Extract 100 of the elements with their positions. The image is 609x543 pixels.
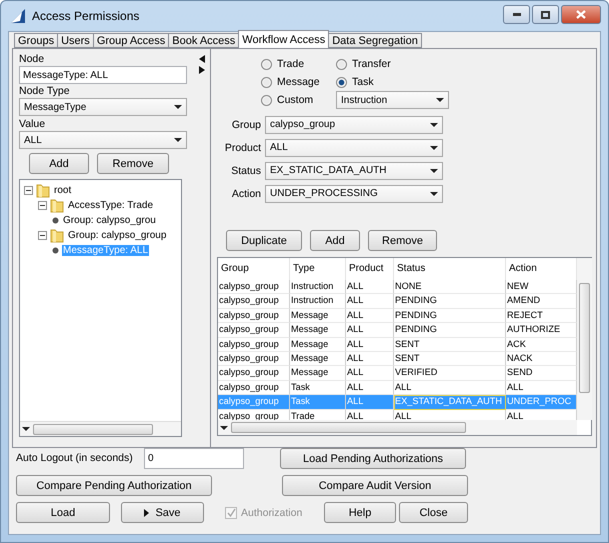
- table-cell: NEW: [506, 280, 577, 294]
- table-cell: calypso_group: [218, 395, 290, 410]
- table-cell: Message: [290, 338, 346, 352]
- node-type-dropdown[interactable]: MessageType: [19, 98, 187, 116]
- compare-pending-button[interactable]: Compare Pending Authorization: [16, 475, 212, 496]
- table-cell: PENDING: [394, 294, 506, 309]
- maximize-button[interactable]: [532, 5, 559, 24]
- table-cell: ALL: [346, 366, 394, 381]
- radio-option[interactable]: Message: [261, 74, 336, 90]
- filter-dropdown[interactable]: calypso_group: [265, 116, 443, 134]
- tab[interactable]: Workflow Access: [238, 30, 330, 48]
- play-icon: [144, 508, 150, 516]
- compare-audit-button[interactable]: Compare Audit Version: [282, 475, 468, 496]
- table-cell: ALL: [346, 280, 394, 294]
- save-button[interactable]: Save: [121, 502, 204, 523]
- table-cell: PENDING: [394, 323, 506, 338]
- table-cell: Trade: [290, 410, 346, 420]
- folder-icon: [36, 183, 50, 198]
- table-cell: SENT: [394, 352, 506, 366]
- table-cell: NACK: [506, 352, 577, 366]
- collapse-icon[interactable]: [38, 231, 47, 240]
- table-cell: ALL: [346, 308, 394, 324]
- load-button[interactable]: Load: [16, 502, 110, 523]
- dropdown-arrow-icon: [22, 427, 30, 431]
- radio-option[interactable]: Transfer: [336, 56, 456, 72]
- close-button[interactable]: [561, 5, 601, 24]
- table-cell: ALL: [346, 395, 394, 410]
- vertical-scrollbar[interactable]: [577, 258, 592, 420]
- node-field[interactable]: MessageType: ALL: [19, 66, 187, 84]
- table-cell: Message: [290, 308, 346, 324]
- filter-dropdown[interactable]: ALL: [265, 138, 443, 156]
- auto-logout-label: Auto Logout (in seconds): [16, 452, 134, 465]
- tree-node[interactable]: AccessType: Trade: [67, 200, 154, 211]
- tree-node[interactable]: root: [53, 185, 72, 196]
- radio-option[interactable]: Custom: [261, 92, 336, 108]
- radio-option[interactable]: Trade: [261, 56, 336, 72]
- table-cell: REJECT: [506, 308, 577, 324]
- radio-option[interactable]: Task: [336, 74, 456, 90]
- load-pending-button[interactable]: Load Pending Authorizations: [280, 448, 466, 469]
- table-cell: AUTHORIZE: [506, 323, 577, 338]
- folder-icon: [50, 198, 64, 213]
- filter-label: Group: [230, 118, 262, 130]
- folder-icon: [50, 228, 64, 243]
- dropdown-arrow-icon: [430, 168, 438, 172]
- collapse-icon[interactable]: [24, 186, 33, 195]
- table-cell: calypso_group: [218, 294, 290, 309]
- table-cell: UNDER_PROC: [506, 395, 577, 410]
- close-icon: [576, 10, 586, 19]
- tab[interactable]: Data Segregation: [328, 33, 422, 48]
- table-cell: ALL: [506, 380, 577, 396]
- table-cell: SENT: [394, 338, 506, 352]
- table-cell: ALL: [346, 323, 394, 338]
- custom-type-dropdown[interactable]: Instruction: [336, 91, 449, 109]
- table-cell: ALL: [346, 294, 394, 309]
- duplicate-button[interactable]: Duplicate: [226, 230, 302, 251]
- tab[interactable]: Groups: [14, 33, 58, 48]
- horizontal-scrollbar[interactable]: [218, 420, 577, 435]
- remove-node-button[interactable]: Remove: [97, 153, 169, 174]
- table-cell: ALL: [394, 410, 506, 420]
- tab[interactable]: Book Access: [168, 33, 240, 48]
- auto-logout-field[interactable]: 0: [144, 448, 244, 469]
- help-button[interactable]: Help: [324, 502, 396, 523]
- table-cell: SEND: [506, 366, 577, 381]
- node-label: Node: [19, 53, 46, 66]
- add-button[interactable]: Add: [310, 230, 360, 251]
- table-cell: EX_STATIC_DATA_AUTH: [394, 395, 506, 410]
- collapse-icon[interactable]: [38, 201, 47, 210]
- table-cell: ALL: [506, 410, 577, 420]
- remove-button[interactable]: Remove: [368, 230, 437, 251]
- dropdown-arrow-icon: [430, 122, 438, 126]
- table-cell: Task: [290, 380, 346, 396]
- table-cell: Instruction: [290, 294, 346, 309]
- dropdown-arrow-icon: [220, 426, 228, 430]
- filter-dropdown[interactable]: UNDER_PROCESSING: [265, 184, 443, 202]
- value-label: Value: [19, 118, 46, 131]
- table-cell: PENDING: [394, 308, 506, 324]
- add-node-button[interactable]: Add: [29, 153, 89, 174]
- tree-node[interactable]: Group: calypso_group: [67, 230, 168, 241]
- dropdown-arrow-icon: [174, 138, 182, 142]
- value-dropdown[interactable]: ALL: [19, 131, 187, 149]
- tab[interactable]: Group Access: [92, 33, 170, 48]
- table-cell: NONE: [394, 280, 506, 294]
- horizontal-scrollbar[interactable]: [20, 421, 181, 436]
- app-logo-icon: [10, 8, 26, 24]
- tree-node[interactable]: Group: calypso_grou: [62, 215, 157, 226]
- splitter-arrows-icon[interactable]: [198, 55, 204, 75]
- tab[interactable]: Users: [57, 33, 94, 48]
- minimize-button[interactable]: [503, 5, 530, 24]
- dropdown-arrow-icon: [174, 105, 182, 109]
- filter-dropdown[interactable]: EX_STATIC_DATA_AUTH: [265, 162, 443, 180]
- filter-label: Product: [224, 142, 262, 154]
- filter-label: Action: [230, 188, 262, 200]
- close-dialog-button[interactable]: Close: [399, 502, 468, 523]
- table-cell: Instruction: [290, 280, 346, 294]
- table-cell: calypso_group: [218, 366, 290, 381]
- checkmark-icon: [226, 508, 236, 517]
- table-cell: ALL: [394, 380, 506, 396]
- table-cell: calypso_group: [218, 338, 290, 352]
- table-cell: Task: [290, 395, 346, 410]
- table-cell: ACK: [506, 338, 577, 352]
